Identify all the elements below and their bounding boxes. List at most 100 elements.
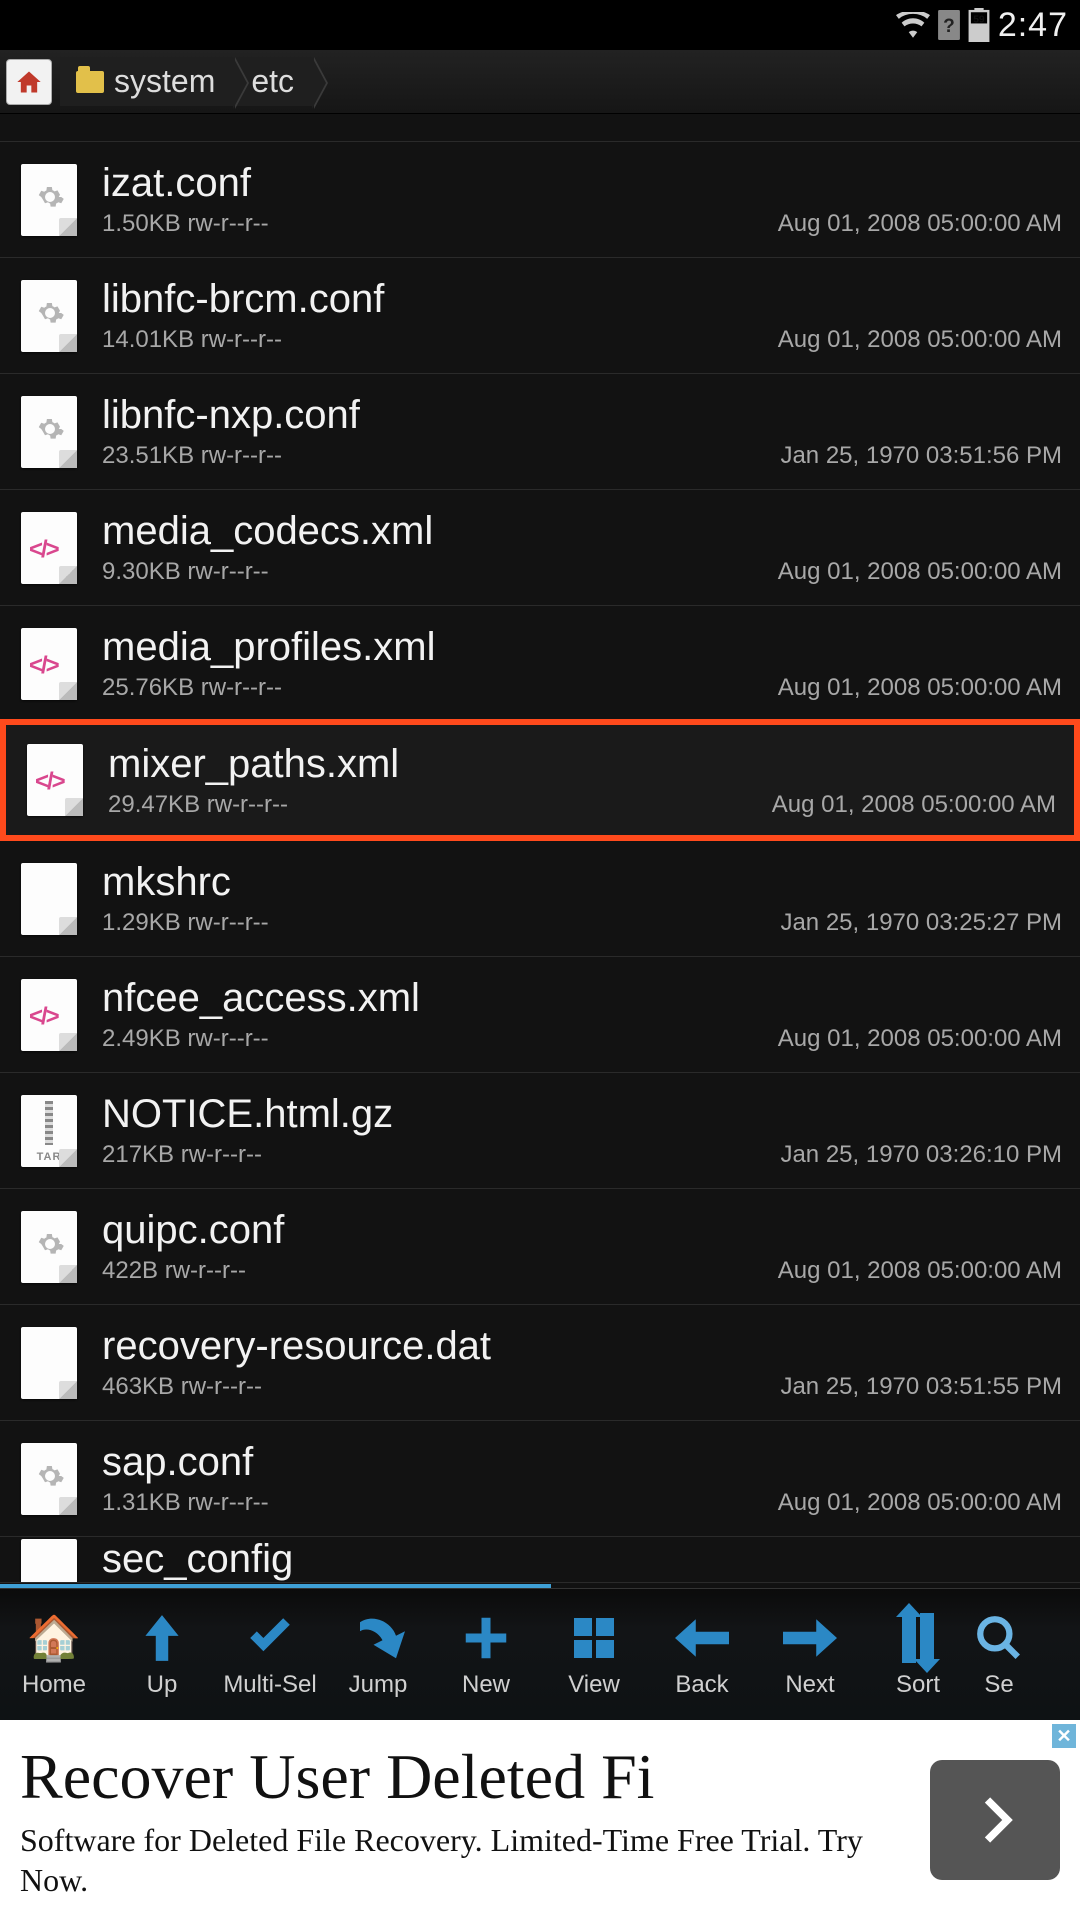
toolbar-jump-button[interactable]: Jump: [324, 1589, 432, 1720]
ad-page-dots: [517, 1898, 563, 1912]
file-list[interactable]: izat.conf 1.50KB rw-r--r-- Aug 01, 2008 …: [0, 114, 1080, 1584]
check-icon: [243, 1611, 297, 1665]
toolbar-label: Se: [984, 1671, 1013, 1699]
search-icon: [972, 1611, 1026, 1665]
toolbar-up-button[interactable]: Up: [108, 1589, 216, 1720]
toolbar-next-button[interactable]: Next: [756, 1589, 864, 1720]
svg-text:?: ?: [943, 16, 955, 37]
status-time: 2:47: [998, 6, 1068, 45]
toolbar-label: Home: [22, 1671, 86, 1699]
file-name: NOTICE.html.gz: [102, 1092, 1062, 1137]
file-date: Aug 01, 2008 05:00:00 AM: [772, 791, 1056, 819]
file-date: Aug 01, 2008 05:00:00 AM: [778, 674, 1062, 702]
file-row[interactable]: TAR NOTICE.html.gz 217KB rw-r--r-- Jan 2…: [0, 1073, 1080, 1189]
ad-cta-button[interactable]: [930, 1760, 1060, 1880]
breadcrumb-label: etc: [251, 63, 294, 100]
file-row[interactable]: sap.conf 1.31KB rw-r--r-- Aug 01, 2008 0…: [0, 1421, 1080, 1537]
toolbar-label: Up: [147, 1671, 178, 1699]
file-size-perm: 422B rw-r--r--: [102, 1257, 246, 1285]
file-date: Jan 25, 1970 03:25:27 PM: [780, 909, 1062, 937]
file-name: media_codecs.xml: [102, 509, 1062, 554]
file-type-icon: [18, 1537, 80, 1583]
file-row[interactable]: </> mixer_paths.xml 29.47KB rw-r--r-- Au…: [0, 719, 1080, 841]
file-size-perm: 23.51KB rw-r--r--: [102, 442, 282, 470]
scroll-indicator: [0, 1584, 1080, 1588]
grid-icon: [567, 1611, 621, 1665]
arrow-up-icon: [135, 1611, 189, 1665]
breadcrumb-label: system: [114, 63, 215, 100]
breadcrumb-home[interactable]: [6, 59, 52, 105]
file-type-icon: [18, 861, 80, 937]
file-size-perm: 25.76KB rw-r--r--: [102, 674, 282, 702]
bottom-toolbar: 🏠 Home Up Multi-Sel Jump New View Back N…: [0, 1588, 1080, 1720]
file-row-partial[interactable]: [0, 114, 1080, 142]
file-date: Aug 01, 2008 05:00:00 AM: [778, 326, 1062, 354]
file-name: recovery-resource.dat: [102, 1324, 1062, 1369]
toolbar-multisel-button[interactable]: Multi-Sel: [216, 1589, 324, 1720]
arrow-left-icon: [675, 1611, 729, 1665]
file-size-perm: 14.01KB rw-r--r--: [102, 326, 282, 354]
file-size-perm: 463KB rw-r--r--: [102, 1373, 262, 1401]
file-row[interactable]: sec_config: [0, 1537, 1080, 1583]
jump-icon: [351, 1611, 405, 1665]
file-size-perm: 1.31KB rw-r--r--: [102, 1489, 269, 1517]
toolbar-new-button[interactable]: New: [432, 1589, 540, 1720]
wifi-icon: [896, 12, 930, 38]
breadcrumb-segment-system[interactable]: system: [60, 57, 233, 106]
file-name: libnfc-brcm.conf: [102, 277, 1062, 322]
toolbar-label: Jump: [349, 1671, 408, 1699]
svg-text:59: 59: [973, 15, 985, 26]
file-row[interactable]: izat.conf 1.50KB rw-r--r-- Aug 01, 2008 …: [0, 142, 1080, 258]
ad-close-button[interactable]: ✕: [1052, 1724, 1076, 1748]
file-row[interactable]: quipc.conf 422B rw-r--r-- Aug 01, 2008 0…: [0, 1189, 1080, 1305]
file-row[interactable]: recovery-resource.dat 463KB rw-r--r-- Ja…: [0, 1305, 1080, 1421]
toolbar-view-button[interactable]: View: [540, 1589, 648, 1720]
toolbar-back-button[interactable]: Back: [648, 1589, 756, 1720]
file-size-perm: 2.49KB rw-r--r--: [102, 1025, 269, 1053]
file-name: sec_config: [102, 1537, 1062, 1582]
file-date: Jan 25, 1970 03:51:55 PM: [780, 1373, 1062, 1401]
file-date: Jan 25, 1970 03:51:56 PM: [780, 442, 1062, 470]
file-row[interactable]: mkshrc 1.29KB rw-r--r-- Jan 25, 1970 03:…: [0, 841, 1080, 957]
file-size-perm: 1.29KB rw-r--r--: [102, 909, 269, 937]
toolbar-label: Multi-Sel: [223, 1671, 316, 1699]
file-type-icon: </>: [18, 510, 80, 586]
file-name: sap.conf: [102, 1440, 1062, 1485]
file-row[interactable]: </> media_codecs.xml 9.30KB rw-r--r-- Au…: [0, 490, 1080, 606]
file-name: izat.conf: [102, 161, 1062, 206]
file-type-icon: TAR: [18, 1093, 80, 1169]
signal-unknown-icon: ?: [938, 10, 960, 40]
file-name: media_profiles.xml: [102, 625, 1062, 670]
file-size-perm: 1.50KB rw-r--r--: [102, 210, 269, 238]
dot: [549, 1898, 563, 1912]
ad-banner[interactable]: Recover User Deleted Fi Software for Del…: [0, 1720, 1080, 1920]
file-type-icon: [18, 394, 80, 470]
dot-active: [517, 1898, 531, 1912]
toolbar-label: View: [568, 1671, 620, 1699]
file-date: Aug 01, 2008 05:00:00 AM: [778, 1257, 1062, 1285]
file-row[interactable]: libnfc-brcm.conf 14.01KB rw-r--r-- Aug 0…: [0, 258, 1080, 374]
file-size-perm: 217KB rw-r--r--: [102, 1141, 262, 1169]
toolbar-search-button[interactable]: Se: [972, 1589, 1026, 1720]
file-type-icon: [18, 278, 80, 354]
file-date: Aug 01, 2008 05:00:00 AM: [778, 210, 1062, 238]
file-type-icon: </>: [18, 626, 80, 702]
home-icon: 🏠: [27, 1611, 81, 1665]
file-date: Jan 25, 1970 03:26:10 PM: [780, 1141, 1062, 1169]
toolbar-label: Back: [675, 1671, 728, 1699]
toolbar-home-button[interactable]: 🏠 Home: [0, 1589, 108, 1720]
file-row[interactable]: libnfc-nxp.conf 23.51KB rw-r--r-- Jan 25…: [0, 374, 1080, 490]
file-type-icon: [18, 1209, 80, 1285]
file-date: Aug 01, 2008 05:00:00 AM: [778, 558, 1062, 586]
file-row[interactable]: </> media_profiles.xml 25.76KB rw-r--r--…: [0, 606, 1080, 722]
file-row[interactable]: </> nfcee_access.xml 2.49KB rw-r--r-- Au…: [0, 957, 1080, 1073]
battery-icon: 59: [968, 8, 990, 42]
file-type-icon: [18, 162, 80, 238]
chevron-right-icon: [965, 1790, 1025, 1850]
file-type-icon: </>: [24, 742, 86, 818]
toolbar-sort-button[interactable]: Sort: [864, 1589, 972, 1720]
sort-icon: [891, 1611, 945, 1665]
arrow-right-icon: [783, 1611, 837, 1665]
file-date: Aug 01, 2008 05:00:00 AM: [778, 1489, 1062, 1517]
file-name: nfcee_access.xml: [102, 976, 1062, 1021]
